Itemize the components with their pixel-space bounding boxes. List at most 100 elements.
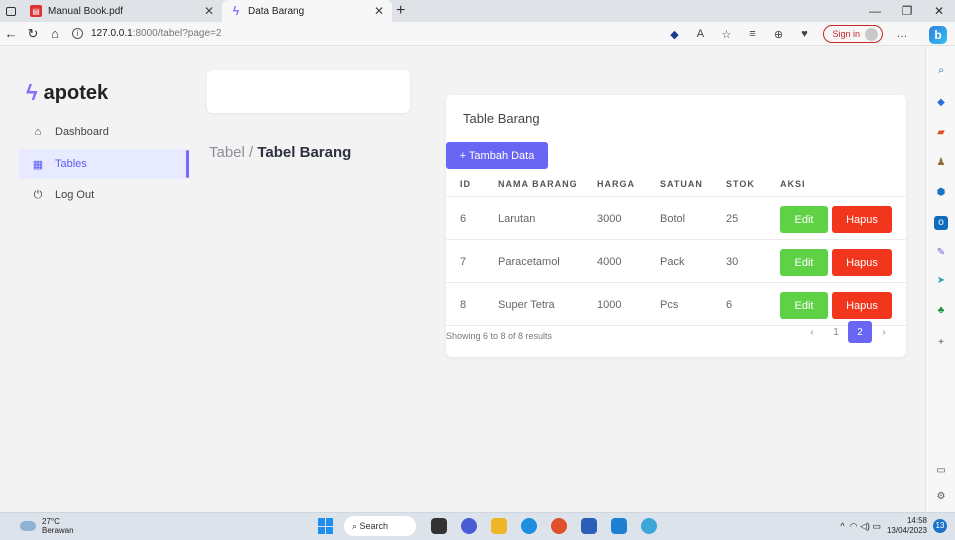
home-icon[interactable]: ⌂ xyxy=(44,26,66,41)
url-field[interactable]: i 127.0.0.1:8000/tabel?page=2 xyxy=(72,28,221,39)
toolbar-right: ◆ A ☆ ≡ ⊕ ♥ Sign in … xyxy=(661,22,915,46)
browser-tab-bar: ▤ Manual Book.pdf ✕ ϟ Data Barang ✕ + — … xyxy=(0,0,955,22)
vscode-icon[interactable] xyxy=(611,518,627,534)
games-icon[interactable]: ♟ xyxy=(934,156,948,170)
collections-icon[interactable]: ⊕ xyxy=(765,28,791,41)
word-icon[interactable] xyxy=(581,518,597,534)
sign-in-button[interactable]: Sign in xyxy=(823,25,883,43)
edge-sidebar: ⌕ ◆ ▰ ♟ ⬢ o ✎ ➤ ♣ + ▭ ⚙ xyxy=(925,46,955,512)
window-controls: — ❐ ✕ xyxy=(859,0,955,22)
wifi-icon[interactable]: ◠ xyxy=(850,521,858,532)
favorite-icon[interactable]: ☆ xyxy=(713,28,739,41)
column-header: ID xyxy=(460,179,471,189)
breadcrumb-parent[interactable]: Tabel / xyxy=(209,144,253,161)
bing-icon[interactable]: b xyxy=(929,26,947,44)
url-path: :8000/tabel?page=2 xyxy=(132,28,222,39)
delete-button[interactable]: Hapus xyxy=(832,206,892,233)
bolt-icon: ϟ xyxy=(232,4,240,18)
tag-icon[interactable]: ◆ xyxy=(661,28,687,41)
home-icon: ⌂ xyxy=(34,126,42,138)
page-2-button[interactable]: 2 xyxy=(848,321,872,343)
breadcrumb-current: Tabel Barang xyxy=(257,144,352,161)
back-icon[interactable]: ← xyxy=(0,26,22,41)
tag-icon[interactable]: ◆ xyxy=(934,96,948,110)
add-icon[interactable]: + xyxy=(934,336,948,350)
tab-data-barang[interactable]: ϟ Data Barang ✕ xyxy=(222,0,392,22)
close-tab-icon[interactable]: ✕ xyxy=(204,4,214,18)
tab-actions-icon[interactable] xyxy=(0,0,22,22)
battery-icon[interactable]: ▭ xyxy=(872,521,881,532)
app-icon[interactable] xyxy=(641,518,657,534)
delete-button[interactable]: Hapus xyxy=(832,292,892,319)
notification-badge[interactable]: 13 xyxy=(933,519,947,533)
sidebar-item-tables[interactable]: ▦ Tables xyxy=(19,149,186,179)
minimize-icon[interactable]: — xyxy=(859,0,891,22)
read-aloud-icon[interactable]: A xyxy=(687,28,713,40)
next-page-button[interactable]: › xyxy=(872,321,896,343)
sidebar-item-logout[interactable]: ⏻ Log Out xyxy=(19,180,186,210)
edit-button[interactable]: Edit xyxy=(780,206,828,233)
meet-icon[interactable] xyxy=(461,518,477,534)
new-tab-button[interactable]: + xyxy=(396,2,405,20)
tree-icon[interactable]: ♣ xyxy=(934,304,948,318)
delete-button[interactable]: Hapus xyxy=(832,249,892,276)
close-tab-icon[interactable]: ✕ xyxy=(374,4,384,18)
weather-temp: 27°C xyxy=(42,517,60,526)
table-row: 8 Super Tetra 1000 Pcs 6 Edit Hapus xyxy=(446,284,906,326)
chrome-icon[interactable] xyxy=(551,518,567,534)
briefcase-icon[interactable]: ▰ xyxy=(934,126,948,140)
edge-icon[interactable] xyxy=(521,518,537,534)
info-icon[interactable]: i xyxy=(72,28,83,39)
cell-nama: Super Tetra xyxy=(498,299,555,311)
chevron-up-icon[interactable]: ^ xyxy=(840,521,844,531)
close-window-icon[interactable]: ✕ xyxy=(923,0,955,22)
brand-logo[interactable]: ϟ apotek xyxy=(26,80,108,106)
windows-start-icon[interactable] xyxy=(318,518,334,534)
send-icon[interactable]: ➤ xyxy=(934,274,948,288)
column-header: SATUAN xyxy=(660,179,703,189)
table-row: 7 Paracetamol 4000 Pack 30 Edit Hapus xyxy=(446,241,906,283)
favorites-list-icon[interactable]: ≡ xyxy=(739,28,765,40)
sidebar-item-label: Log Out xyxy=(55,189,95,201)
refresh-icon[interactable]: ↻ xyxy=(22,26,44,42)
power-icon: ⏻ xyxy=(33,188,43,201)
weather-widget[interactable]: 27°C Berawan xyxy=(20,517,74,535)
taskbar-search-label: Search xyxy=(359,521,389,531)
header-box xyxy=(207,70,410,113)
taskbar-search[interactable]: ⌕ Search xyxy=(344,516,416,536)
system-tray: ^ ◠ ◁) ▭ 14:58 13/04/2023 13 xyxy=(840,516,947,536)
active-indicator xyxy=(186,150,189,178)
office-icon[interactable]: ⬢ xyxy=(934,186,948,200)
cell-id: 7 xyxy=(460,256,467,268)
volume-icon[interactable]: ◁) xyxy=(860,521,870,532)
tab-manual-book[interactable]: ▤ Manual Book.pdf ✕ xyxy=(22,0,222,22)
url-host: 127.0.0.1 xyxy=(91,28,133,39)
restore-icon[interactable]: ❐ xyxy=(891,0,923,22)
cell-stok: 30 xyxy=(726,256,739,268)
taskbar: 27°C Berawan ⌕ Search ^ ◠ ◁) ▭ 14:58 13/… xyxy=(0,512,955,540)
cell-satuan: Botol xyxy=(660,213,686,225)
edit-button[interactable]: Edit xyxy=(780,292,828,319)
file-explorer-icon[interactable] xyxy=(491,518,507,534)
column-header: NAMA BARANG xyxy=(498,179,578,189)
edit-button[interactable]: Edit xyxy=(780,249,828,276)
cloud-icon xyxy=(20,521,36,531)
taskbar-apps: ⌕ Search xyxy=(318,516,664,536)
sidebar-item-dashboard[interactable]: ⌂ Dashboard xyxy=(19,117,186,147)
settings-gear-icon[interactable]: ⚙ xyxy=(934,490,948,504)
designer-icon[interactable]: ✎ xyxy=(934,246,948,260)
heart-icon[interactable]: ♥ xyxy=(791,28,817,40)
outlook-icon[interactable]: o xyxy=(934,216,948,230)
panel-icon[interactable]: ▭ xyxy=(934,464,948,478)
search-icon[interactable]: ⌕ xyxy=(934,64,948,78)
task-view-icon[interactable] xyxy=(431,518,447,534)
more-icon[interactable]: … xyxy=(889,28,915,40)
cell-id: 8 xyxy=(460,299,467,311)
clock[interactable]: 14:58 13/04/2023 xyxy=(887,516,927,536)
pagination-summary: Showing 6 to 8 of 8 results xyxy=(446,331,553,341)
prev-page-button[interactable]: ‹ xyxy=(800,321,824,343)
cell-satuan: Pcs xyxy=(660,299,679,311)
page-1-button[interactable]: 1 xyxy=(824,321,848,343)
add-data-button[interactable]: + Tambah Data xyxy=(446,142,548,169)
cell-harga: 1000 xyxy=(597,299,622,311)
